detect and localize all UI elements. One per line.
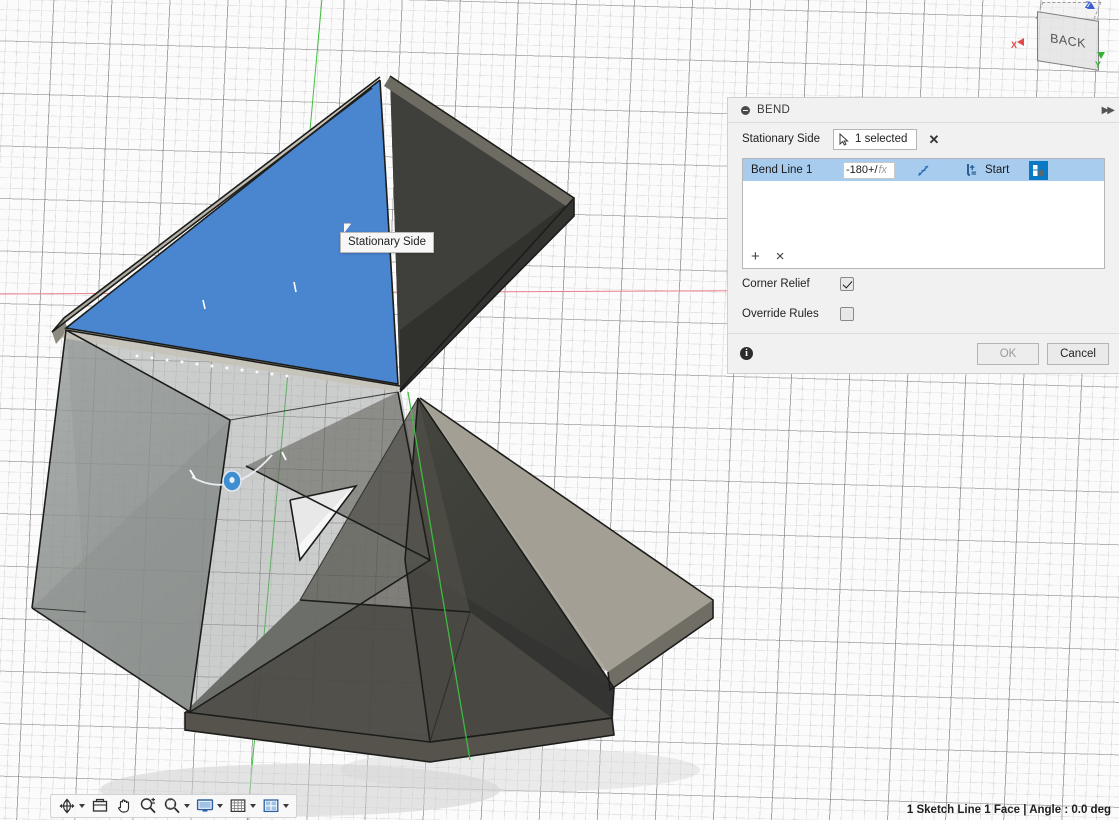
ok-button[interactable]: OK [977, 342, 1039, 365]
bend-lines-list: Bend Line 1 -180+/ fx Start + × [742, 158, 1105, 269]
fit-tool[interactable] [160, 795, 193, 817]
status-bar-text: 1 Sketch Line 1 Face | Angle : 0.0 deg [906, 804, 1111, 816]
bend-dialog: BEND ▶▶ Stationary Side 1 selected ✕ Ben… [727, 97, 1119, 374]
corner-relief-checkbox[interactable] [840, 277, 854, 291]
monitor-icon [196, 799, 214, 812]
override-rules-label: Override Rules [742, 308, 819, 320]
corner-relief-label: Corner Relief [742, 278, 810, 290]
viewports[interactable] [259, 795, 292, 817]
bottom-bar: 1 Sketch Line 1 Face | Angle : 0.0 deg [0, 792, 1119, 820]
table-row[interactable]: Bend Line 1 -180+/ fx Start [743, 159, 1104, 181]
navigation-toolbar [50, 794, 297, 818]
bend-angle-value: -180+/ [846, 164, 878, 176]
clear-selection-icon[interactable]: ✕ [928, 133, 939, 146]
chevron-down-icon[interactable] [283, 804, 289, 808]
grid-icon [230, 799, 246, 812]
x-axis-label: X [1011, 40, 1018, 50]
orbit-tool[interactable] [55, 795, 88, 817]
bend-side-icon [1033, 164, 1045, 176]
bend-position-start-icon [967, 164, 977, 176]
stationary-side-selection-text: 1 selected [855, 133, 908, 145]
bend-side-button[interactable] [1029, 160, 1049, 180]
fx-icon[interactable]: fx [879, 164, 888, 176]
look-at-tool[interactable] [88, 795, 112, 817]
add-bend-line-button[interactable]: + [751, 249, 760, 264]
info-glyph: i [745, 348, 748, 359]
grid-snaps[interactable] [226, 795, 259, 817]
info-icon[interactable]: i [740, 347, 753, 360]
dialog-buttons: OK Cancel [977, 342, 1109, 365]
chevron-down-icon[interactable] [217, 804, 223, 808]
flip-direction-icon [917, 165, 928, 176]
stationary-side-tooltip: Stationary Side [340, 232, 434, 253]
dialog-header[interactable]: BEND ▶▶ [728, 98, 1119, 123]
flip-direction-button[interactable] [895, 163, 951, 178]
y-axis-arrow-icon [1097, 52, 1105, 59]
x-axis-arrow-icon [1017, 38, 1024, 46]
display-settings[interactable] [193, 795, 226, 817]
stationary-side-row: Stationary Side 1 selected ✕ [728, 123, 1119, 155]
look-at-icon [92, 798, 108, 812]
zoom-in-magnifier-icon [140, 797, 156, 814]
y-axis-label: Y [1095, 60, 1102, 70]
remove-bend-line-button[interactable]: × [776, 249, 785, 264]
chevron-down-icon[interactable] [250, 804, 256, 808]
zoom-tool[interactable] [136, 795, 160, 817]
chevron-down-icon[interactable] [184, 804, 190, 808]
collapse-circle-icon[interactable] [741, 105, 750, 115]
expand-right-icon[interactable]: ▶▶ [1102, 105, 1115, 116]
pan-hand-icon [118, 799, 130, 813]
chevron-down-icon[interactable] [79, 804, 85, 808]
dialog-title: BEND [757, 104, 791, 116]
stationary-side-label: Stationary Side [742, 133, 820, 145]
view-cube-face-label: BACK [1050, 31, 1086, 51]
bend-position-dropdown[interactable]: Start [965, 162, 1009, 178]
bend-lines-actions: + × [751, 249, 785, 264]
override-rules-row: Override Rules [728, 299, 1119, 329]
selection-cursor-icon [839, 132, 849, 146]
bend-line-name: Bend Line 1 [751, 164, 813, 176]
view-cube-back-face[interactable]: BACK [1037, 11, 1099, 71]
override-rules-checkbox[interactable] [840, 307, 854, 321]
cancel-button[interactable]: Cancel [1047, 342, 1109, 365]
z-axis-label: Z [1085, 0, 1091, 10]
view-cube[interactable]: BACK X Y Z [1009, 0, 1113, 84]
orbit-icon [59, 798, 75, 814]
multi-view-icon [263, 799, 279, 813]
stationary-side-selection-field[interactable]: 1 selected [833, 128, 918, 150]
bend-position-label: Start [985, 164, 1010, 176]
bend-angle-input[interactable]: -180+/ fx [843, 161, 895, 179]
pan-tool[interactable] [112, 795, 136, 817]
zoom-window-magnifier-icon [164, 798, 180, 814]
application-window: Stationary Side BACK X Y Z BEND ▶▶ Stati… [0, 0, 1119, 820]
dialog-footer: i OK Cancel [728, 333, 1119, 373]
corner-relief-row: Corner Relief [728, 269, 1119, 299]
